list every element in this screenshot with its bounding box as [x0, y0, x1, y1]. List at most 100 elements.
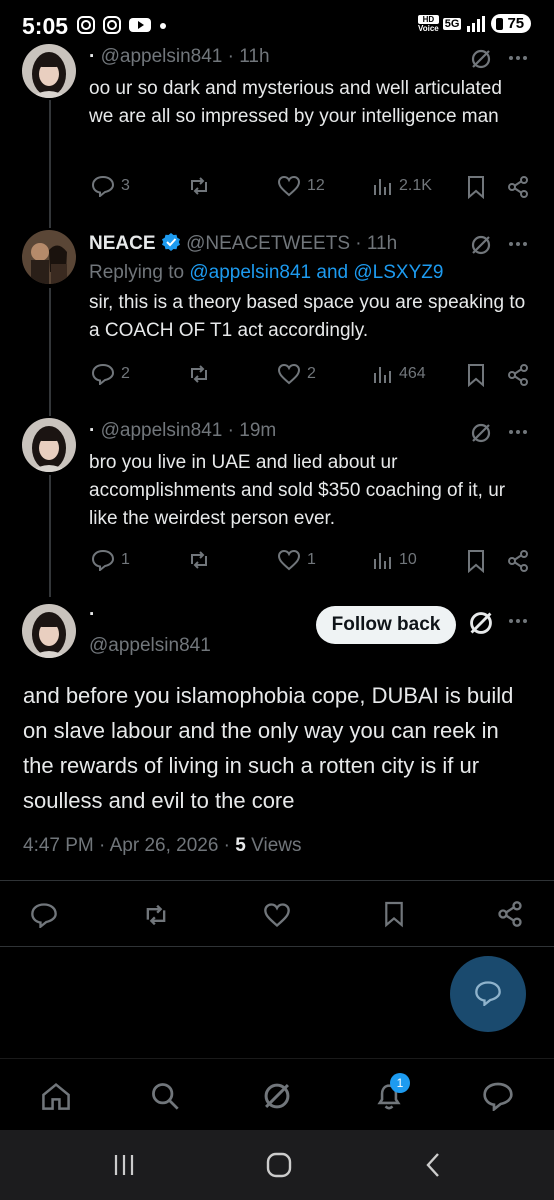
grok-icon[interactable]	[262, 1081, 292, 1111]
more-icon[interactable]	[508, 241, 528, 247]
bookmark-icon[interactable]	[383, 900, 405, 928]
reply-icon	[91, 363, 115, 385]
views-icon	[374, 179, 391, 195]
grok-icon[interactable]	[470, 48, 492, 70]
messages-icon[interactable]	[482, 1081, 514, 1111]
views-count[interactable]: 5	[235, 835, 246, 856]
compose-reply-button[interactable]	[450, 956, 526, 1032]
battery-indicator: 75	[491, 14, 532, 33]
views-icon	[374, 553, 391, 569]
divider	[0, 880, 554, 881]
post-time: 11h	[239, 46, 270, 67]
heart-icon	[277, 175, 301, 197]
heart-icon[interactable]	[263, 902, 291, 928]
post-header: NEACE @NEACETWEETS · 11h	[89, 233, 398, 254]
reply-post[interactable]: NEACE @NEACETWEETS · 11h Replying to @ap…	[0, 226, 554, 411]
more-icon[interactable]	[508, 618, 528, 624]
grok-icon[interactable]	[470, 234, 492, 256]
heart-icon	[277, 363, 301, 385]
main-post: · @appelsin841 Follow back and before yo…	[0, 600, 554, 947]
like-action[interactable]: 1	[277, 549, 316, 571]
views-action[interactable]: 10	[371, 549, 417, 571]
voice-label: Voice	[418, 23, 439, 33]
repost-icon[interactable]	[142, 902, 170, 928]
instagram-icon	[77, 16, 95, 34]
avatar[interactable]	[22, 418, 76, 472]
avatar[interactable]	[22, 230, 76, 284]
home-button-icon[interactable]	[264, 1150, 294, 1180]
repost-icon	[191, 365, 207, 383]
repost-action[interactable]	[187, 549, 211, 571]
repost-action[interactable]	[187, 175, 211, 197]
avatar[interactable]	[22, 604, 76, 658]
avatar[interactable]	[22, 44, 76, 98]
post-header: · @appelsin841 · 19m	[89, 420, 277, 441]
handle[interactable]: @NEACETWEETS	[186, 233, 350, 254]
post-time: 11h	[366, 233, 398, 254]
notification-icons	[76, 15, 168, 35]
post-header: · @appelsin841 · 11h	[89, 46, 270, 67]
back-icon[interactable]	[422, 1150, 444, 1180]
post-timestamp: 4:47 PM · Apr 26, 2026 · 5 Views	[23, 835, 302, 856]
heart-icon	[277, 549, 301, 571]
reply-post[interactable]: · @appelsin841 · 19m bro you live in UAE…	[0, 414, 554, 594]
notifications-badge: 1	[390, 1073, 410, 1093]
status-time: 5:05	[22, 13, 69, 39]
home-icon[interactable]	[40, 1081, 72, 1111]
handle[interactable]: @appelsin841	[89, 635, 211, 657]
reply-icon	[475, 981, 501, 1006]
post-text: oo ur so dark and mysterious and well ar…	[89, 78, 502, 127]
network-badge: 5G	[442, 17, 462, 30]
more-icon[interactable]	[508, 429, 528, 435]
share-icon[interactable]	[507, 175, 529, 199]
hd-badge: HD	[418, 14, 439, 24]
bottom-nav: 1	[0, 1058, 554, 1131]
display-name[interactable]: ·	[89, 46, 95, 67]
bookmark-icon[interactable]	[466, 175, 486, 199]
reply-icon	[91, 549, 115, 571]
replying-to-link[interactable]: @appelsin841 and @LSXYZ9	[189, 262, 443, 283]
repost-action[interactable]	[187, 363, 211, 385]
share-icon[interactable]	[497, 900, 523, 928]
repost-icon	[191, 551, 207, 569]
battery-level: 75	[507, 15, 525, 32]
share-icon[interactable]	[507, 363, 529, 387]
reply-icon[interactable]	[30, 902, 58, 928]
search-icon[interactable]	[150, 1081, 180, 1111]
handle[interactable]: @appelsin841	[101, 46, 223, 67]
divider	[0, 946, 554, 947]
system-nav-bar	[0, 1130, 554, 1200]
views-action[interactable]: 2.1K	[371, 175, 432, 197]
grok-icon[interactable]	[470, 422, 492, 444]
grok-icon[interactable]	[468, 610, 494, 636]
display-name[interactable]: ·	[89, 604, 95, 626]
replying-to: Replying to @appelsin841 and @LSXYZ9	[89, 262, 444, 283]
verified-icon	[161, 233, 180, 251]
recents-icon[interactable]	[112, 1152, 136, 1178]
reply-icon	[91, 175, 115, 197]
battery-icon	[496, 18, 504, 30]
like-action[interactable]: 2	[277, 363, 316, 385]
youtube-icon	[129, 18, 151, 32]
views-icon	[374, 367, 391, 383]
post-text: bro you live in UAE and lied about ur ac…	[89, 452, 506, 529]
more-icon[interactable]	[508, 55, 528, 61]
bookmark-icon[interactable]	[466, 363, 486, 387]
reply-action[interactable]: 2	[91, 363, 130, 385]
reply-action[interactable]: 1	[91, 549, 130, 571]
main-post-text: and before you islamophobia cope, DUBAI …	[23, 683, 514, 813]
repost-icon	[191, 177, 207, 195]
views-action[interactable]: 464	[371, 363, 426, 385]
reply-post[interactable]: · @appelsin841 · 11h oo ur so dark and m…	[0, 40, 554, 220]
post-text: sir, this is a theory based space you ar…	[89, 292, 526, 341]
display-name[interactable]: NEACE	[89, 233, 156, 254]
bookmark-icon[interactable]	[466, 549, 486, 573]
handle[interactable]: @appelsin841	[101, 420, 223, 441]
display-name[interactable]: ·	[89, 420, 95, 441]
follow-back-button[interactable]: Follow back	[316, 606, 456, 644]
system-status-icons: HD Voice 5G 75	[418, 14, 532, 33]
like-action[interactable]: 12	[277, 175, 325, 197]
dot-icon	[160, 23, 166, 29]
reply-action[interactable]: 3	[91, 175, 130, 197]
share-icon[interactable]	[507, 549, 529, 573]
